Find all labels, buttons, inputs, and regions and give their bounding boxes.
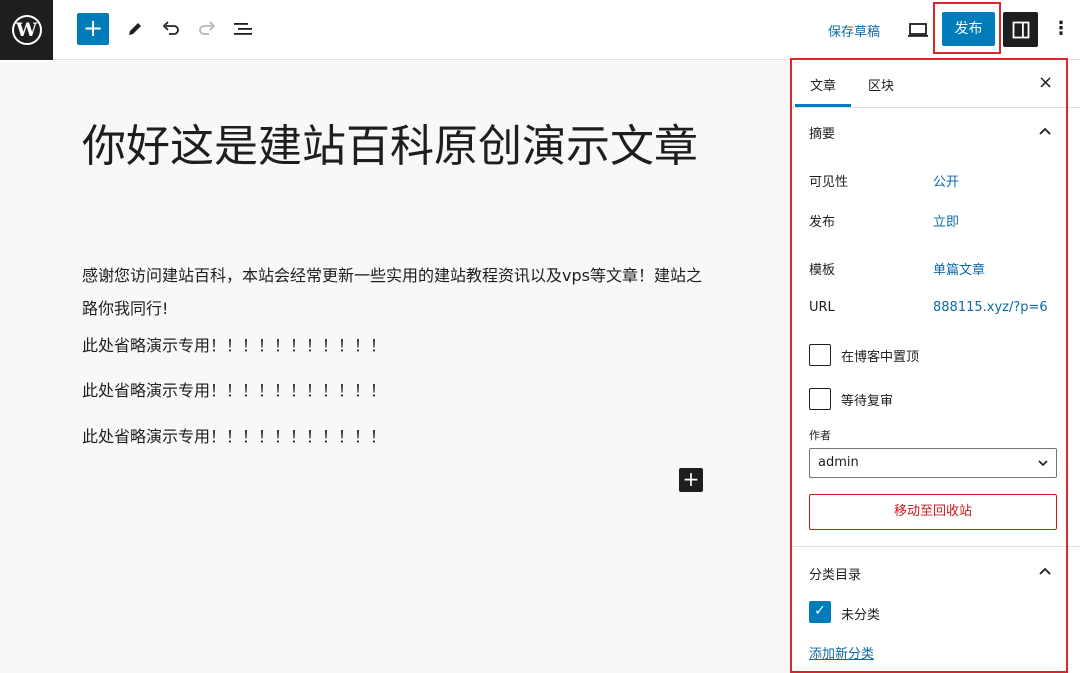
panel-divider: [791, 546, 1080, 547]
template-value[interactable]: 单篇文章: [933, 259, 985, 278]
sidebar-toggle-icon[interactable]: [1003, 12, 1038, 47]
active-tab-indicator: [795, 104, 851, 107]
list-view-icon[interactable]: [231, 16, 255, 42]
editor-top-toolbar: W + 保存草稿 发布 ⋮: [0, 0, 1080, 60]
pending-review-checkbox-label[interactable]: 等待复审: [841, 390, 893, 409]
editor-canvas: 你好这是建站百科原创演示文章 感谢您访问建站百科，本站会经常更新一些实用的建站教…: [0, 61, 790, 673]
save-draft-button[interactable]: 保存草稿: [828, 21, 880, 40]
summary-panel-title[interactable]: 摘要: [809, 123, 835, 142]
redo-icon[interactable]: [195, 16, 219, 42]
close-icon[interactable]: ×: [1038, 72, 1053, 93]
author-select-value: admin: [818, 455, 859, 470]
pending-review-checkbox[interactable]: [809, 388, 831, 410]
more-options-icon[interactable]: ⋮: [1052, 17, 1070, 43]
visibility-value[interactable]: 公开: [933, 171, 959, 190]
sidebar-tabs: 文章 区块 ×: [791, 60, 1080, 108]
publish-date-value[interactable]: 立即: [933, 211, 959, 230]
inline-add-block-button[interactable]: +: [679, 468, 703, 492]
wordpress-logo-glyph: W: [11, 15, 42, 45]
add-block-button[interactable]: +: [77, 13, 109, 45]
settings-sidebar: 文章 区块 × 摘要 可见性 公开 发布 立即 模板 单篇文章 URL 8881…: [790, 60, 1080, 673]
wordpress-logo-icon[interactable]: W: [0, 0, 53, 60]
template-label: 模板: [809, 263, 836, 278]
sticky-checkbox[interactable]: [809, 344, 831, 366]
chevron-down-icon: [1038, 460, 1048, 467]
paragraph-block[interactable]: 感谢您访问建站百科，本站会经常更新一些实用的建站教程资讯以及vps等文章！建站之…: [82, 259, 712, 325]
chevron-up-icon[interactable]: [1037, 124, 1053, 140]
uncategorized-checkbox[interactable]: ✓: [809, 601, 831, 623]
author-label: 作者: [809, 429, 831, 442]
post-title[interactable]: 你好这是建站百科原创演示文章: [82, 121, 722, 173]
paragraph-block[interactable]: 此处省略演示专用！！！！！！！！！！！: [82, 374, 712, 407]
chevron-up-icon[interactable]: [1037, 564, 1053, 580]
visibility-label: 可见性: [809, 175, 849, 190]
uncategorized-label[interactable]: 未分类: [841, 604, 880, 623]
paragraph-block[interactable]: 此处省略演示专用！！！！！！！！！！！: [82, 329, 712, 362]
undo-icon[interactable]: [159, 16, 183, 42]
move-to-trash-button[interactable]: 移动至回收站: [809, 494, 1057, 530]
publish-label: 发布: [809, 215, 836, 230]
tab-block[interactable]: 区块: [868, 75, 894, 94]
preview-laptop-icon[interactable]: [906, 18, 930, 42]
publish-button[interactable]: 发布: [942, 12, 995, 46]
add-new-category-link[interactable]: 添加新分类: [809, 643, 874, 662]
categories-panel-title[interactable]: 分类目录: [809, 564, 861, 583]
paragraph-block[interactable]: 此处省略演示专用！！！！！！！！！！！: [82, 420, 712, 453]
tab-post[interactable]: 文章: [810, 75, 836, 94]
pencil-icon[interactable]: [123, 16, 147, 42]
url-value[interactable]: 888115.xyz/?p=6: [933, 300, 1048, 315]
sticky-checkbox-label[interactable]: 在博客中置顶: [841, 346, 919, 365]
author-select[interactable]: admin: [809, 448, 1057, 478]
url-label: URL: [809, 300, 835, 315]
